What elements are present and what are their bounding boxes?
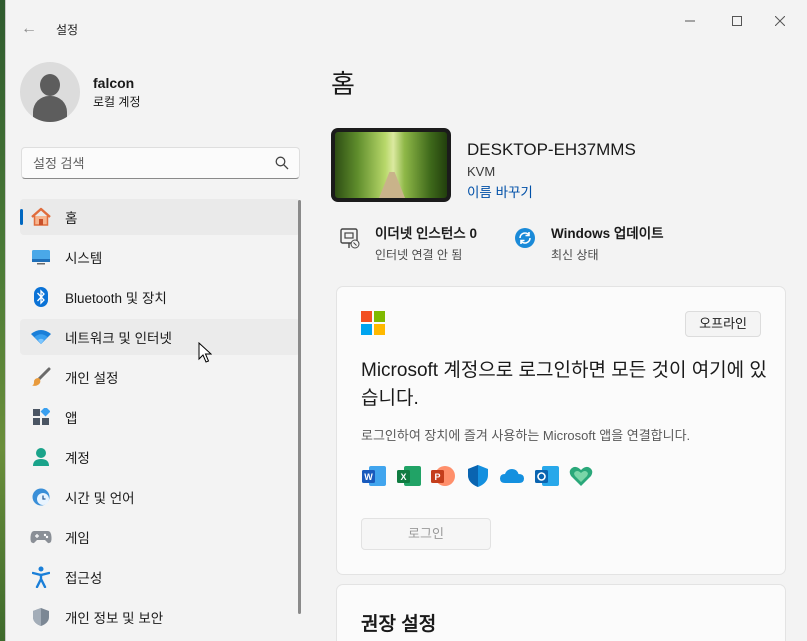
sidebar-item-label: 시스템 (65, 251, 103, 266)
device-model: KVM (467, 164, 496, 179)
accessibility-icon (30, 566, 52, 588)
minimize-icon (685, 20, 695, 22)
onedrive-icon (499, 463, 525, 489)
login-button[interactable]: 로그인 (361, 518, 491, 550)
user-profile[interactable]: falcon 로컬 계정 (20, 62, 141, 122)
sidebar-item-bluetooth[interactable]: Bluetooth 및 장치 (20, 279, 300, 315)
sidebar-item-label: 시간 및 언어 (65, 491, 135, 506)
update-icon (507, 220, 543, 256)
recommended-settings-title: 권장 설정 (361, 614, 437, 635)
family-icon (568, 463, 594, 489)
back-arrow-icon[interactable]: ← (16, 16, 42, 42)
network-icon (30, 326, 52, 348)
maximize-button[interactable] (717, 8, 757, 34)
word-icon: W (361, 463, 387, 489)
title-bar: ← 설정 (6, 0, 807, 44)
settings-window: ← 설정 falcon 로컬 계정 설정 검색 홈 시스템 Bluetooth … (5, 0, 807, 641)
ethernet-icon (331, 220, 367, 256)
home-icon (30, 206, 52, 228)
bluetooth-icon (30, 286, 52, 308)
sidebar-item-system[interactable]: 시스템 (20, 239, 300, 275)
device-name: DESKTOP-EH37MMS (467, 140, 636, 159)
user-name: falcon (93, 74, 135, 91)
sidebar-item-home[interactable]: 홈 (20, 199, 300, 235)
status-subtitle: 최신 상태 (551, 248, 599, 262)
gamepad-icon (30, 526, 52, 548)
shield-icon (30, 606, 52, 628)
svg-text:X: X (400, 472, 406, 482)
powerpoint-icon: P (430, 463, 456, 489)
sidebar-item-label: 개인 정보 및 보안 (65, 611, 164, 626)
card-description: 로그인하여 장치에 즐겨 사용하는 Microsoft 앱을 연결합니다. (361, 428, 691, 443)
sidebar-item-privacy[interactable]: 개인 정보 및 보안 (20, 599, 300, 635)
sidebar-item-label: 개인 설정 (65, 371, 119, 386)
system-icon (30, 246, 52, 268)
device-wallpaper-thumbnail (331, 128, 451, 202)
microsoft-logo-icon (361, 311, 385, 335)
sidebar-item-network[interactable]: 네트워크 및 인터넷 (20, 319, 300, 355)
search-input[interactable] (22, 148, 262, 178)
sidebar-item-label: 게임 (65, 531, 90, 546)
search-box[interactable] (21, 147, 300, 179)
recommended-settings-card: 권장 설정 (336, 584, 786, 641)
apps-icon (30, 406, 52, 428)
main-content: 홈 DESKTOP-EH37MMS KVM 이름 바꾸기 이더넷 인스턴스 0 … (331, 44, 807, 641)
sidebar-item-label: 접근성 (65, 571, 103, 586)
defender-icon (465, 463, 491, 489)
sidebar-item-label: 앱 (65, 411, 78, 426)
outlook-icon (534, 463, 560, 489)
close-button[interactable] (760, 8, 800, 34)
sidebar-item-accessibility[interactable]: 접근성 (20, 559, 300, 595)
sidebar: falcon 로컬 계정 홈 시스템 (6, 44, 306, 641)
maximize-icon (732, 16, 742, 26)
windows-update-status[interactable]: Windows 업데이트 최신 상태 (507, 220, 683, 263)
svg-text:P: P (434, 472, 440, 482)
sidebar-item-accounts[interactable]: 계정 (20, 439, 300, 475)
microsoft-account-card: 오프라인 Microsoft 계정으로 로그인하면 모든 것이 여기에 있습니다… (336, 286, 786, 575)
app-title: 설정 (56, 23, 79, 37)
sidebar-item-personalization[interactable]: 개인 설정 (20, 359, 300, 395)
sidebar-item-apps[interactable]: 앱 (20, 399, 300, 435)
app-icon-row: W X P (361, 463, 603, 489)
sidebar-nav: 홈 시스템 Bluetooth 및 장치 네트워크 및 인터넷 개인 설정 앱 … (20, 199, 300, 639)
sidebar-scrollbar[interactable] (298, 200, 301, 614)
card-heading: Microsoft 계정으로 로그인하면 모든 것이 여기에 있습니다. (361, 360, 767, 409)
sidebar-item-label: 계정 (65, 451, 90, 466)
close-icon (775, 16, 785, 26)
excel-icon: X (396, 463, 422, 489)
status-title: Windows 업데이트 (551, 226, 664, 241)
ethernet-status[interactable]: 이더넷 인스턴스 0 인터넷 연결 안 됨 (331, 220, 507, 263)
time-language-icon (30, 486, 52, 508)
sidebar-item-label: 홈 (65, 211, 78, 226)
svg-text:W: W (364, 472, 373, 482)
mouse-cursor-icon (198, 342, 212, 363)
rename-link[interactable]: 이름 바꾸기 (467, 181, 636, 201)
page-title: 홈 (331, 69, 355, 99)
sidebar-item-time-language[interactable]: 시간 및 언어 (20, 479, 300, 515)
status-row: 이더넷 인스턴스 0 인터넷 연결 안 됨 Windows 업데이트 최신 상태 (331, 220, 683, 263)
status-title: 이더넷 인스턴스 0 (375, 226, 477, 241)
minimize-button[interactable] (670, 8, 710, 34)
offline-button[interactable]: 오프라인 (685, 311, 761, 337)
device-summary: DESKTOP-EH37MMS KVM 이름 바꾸기 (331, 128, 636, 202)
sidebar-item-label: Bluetooth 및 장치 (65, 291, 167, 306)
status-subtitle: 인터넷 연결 안 됨 (375, 248, 463, 262)
account-type: 로컬 계정 (93, 94, 141, 109)
account-icon (30, 446, 52, 468)
avatar (20, 62, 80, 122)
sidebar-item-gaming[interactable]: 게임 (20, 519, 300, 555)
brush-icon (30, 366, 52, 388)
sidebar-item-label: 네트워크 및 인터넷 (65, 331, 172, 346)
search-icon[interactable] (275, 156, 289, 170)
